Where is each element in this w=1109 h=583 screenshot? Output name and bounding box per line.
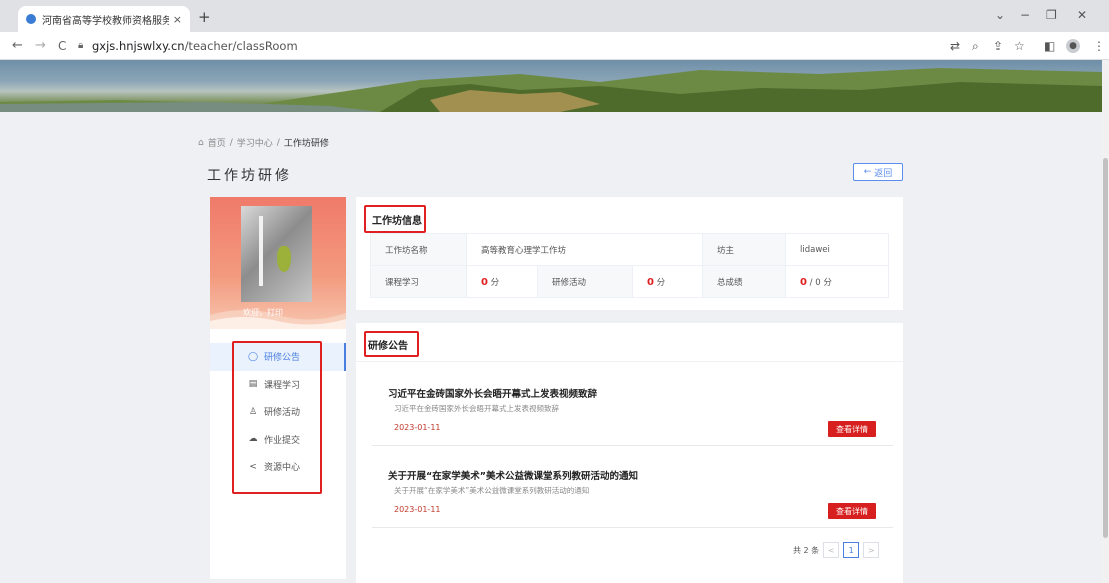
back-button[interactable]: ← 返回 xyxy=(853,163,903,181)
tab-close-icon[interactable]: × xyxy=(173,13,182,26)
bookmark-star-icon[interactable]: ☆ xyxy=(1014,39,1025,53)
close-window-button[interactable]: ✕ xyxy=(1077,8,1087,22)
breadcrumb-separator: / xyxy=(276,137,280,148)
pagination-next-button[interactable]: > xyxy=(863,542,880,558)
table-row: 工作坊名称 高等教育心理学工作坊 坊主 lidawei xyxy=(370,233,889,266)
header-banner xyxy=(0,60,1102,112)
announcement-title[interactable]: 习近平在金砖国家外长会晤开幕式上发表视频致辞 xyxy=(388,386,597,400)
tab-search-icon[interactable]: ⌄ xyxy=(995,8,1005,22)
activity-score: 0 分 xyxy=(632,265,703,298)
restore-button[interactable]: ❐ xyxy=(1046,8,1057,22)
pagination-page-1[interactable]: 1 xyxy=(843,542,860,558)
owner-value: lidawei xyxy=(785,233,889,266)
profile-header: 欢迎，打印 xyxy=(210,197,346,329)
course-study-label: 课程学习 xyxy=(370,265,467,298)
browser-tab[interactable]: 河南省高等学校教师资格服务云平台 × xyxy=(18,6,190,32)
view-details-button[interactable]: 查看详情 xyxy=(828,503,876,519)
highlight-box-sidebar-nav xyxy=(232,341,322,494)
pagination-prev-button[interactable]: < xyxy=(823,542,840,558)
tab-title: 河南省高等学校教师资格服务云平台 xyxy=(42,15,169,27)
landscape-banner-image xyxy=(0,68,1102,112)
announcement-summary: 习近平在金砖国家外长会晤开幕式上发表视频致辞 xyxy=(394,404,559,413)
highlight-box-workshop-info xyxy=(364,205,426,233)
highlight-box-announcements xyxy=(364,331,419,357)
translate-icon[interactable]: ⇄ xyxy=(950,39,960,53)
site-favicon-icon xyxy=(26,14,36,24)
total-score-value: 0 / 0 分 xyxy=(785,265,889,298)
url-field[interactable]: gxjs.hnjswlxy.cn/teacher/classRoom xyxy=(92,39,298,53)
lock-icon[interactable]: 🔒︎ xyxy=(78,40,83,51)
announcement-date: 2023-01-11 xyxy=(394,505,441,514)
table-row: 课程学习 0 分 研修活动 0 分 总成绩 0 / 0 分 xyxy=(370,265,889,298)
announcement-summary: 关于开展“在家学美术”美术公益微课堂系列教研活动的通知 xyxy=(394,486,590,495)
minimize-button[interactable]: − xyxy=(1020,8,1030,22)
address-bar: ← → C 🔒︎ gxjs.hnjswlxy.cn/teacher/classR… xyxy=(0,32,1109,60)
announcement-item: 关于开展“在家学美术”美术公益微课堂系列教研活动的通知 关于开展“在家学美术”美… xyxy=(372,468,893,528)
workshop-info-table: 工作坊名称 高等教育心理学工作坊 坊主 lidawei 课程学习 0 分 研修活… xyxy=(370,233,889,298)
breadcrumb: ⌂ 首页 / 学习中心 / 工作坊研修 xyxy=(198,136,329,150)
activity-label: 研修活动 xyxy=(537,265,633,298)
workshop-info-card: 工作坊信息 工作坊名称 高等教育心理学工作坊 坊主 lidawei 课程学习 0… xyxy=(356,197,903,310)
breadcrumb-current: 工作坊研修 xyxy=(283,139,329,149)
back-arrow-icon[interactable]: ← xyxy=(12,38,23,53)
avatar[interactable] xyxy=(241,206,312,302)
menu-icon[interactable]: ⋮ xyxy=(1093,39,1105,53)
divider xyxy=(356,361,903,362)
announcement-item: 习近平在金砖国家外长会晤开幕式上发表视频致辞 习近平在金砖国家外长会晤开幕式上发… xyxy=(372,386,893,446)
announcements-card: 研修公告 习近平在金砖国家外长会晤开幕式上发表视频致辞 习近平在金砖国家外长会晤… xyxy=(356,323,903,583)
back-button-label: 返回 xyxy=(874,168,893,179)
new-tab-button[interactable]: + xyxy=(198,8,211,26)
breadcrumb-home[interactable]: 首页 xyxy=(208,136,226,149)
course-study-score: 0 分 xyxy=(466,265,538,298)
zoom-icon[interactable]: ⌕ xyxy=(972,39,979,54)
arrow-left-icon: ← xyxy=(863,167,872,177)
owner-label: 坊主 xyxy=(702,233,786,266)
total-score-label: 总成绩 xyxy=(702,265,786,298)
sidepanel-icon[interactable]: ◧ xyxy=(1044,39,1055,53)
pagination-total: 共 2 条 xyxy=(793,545,820,555)
home-icon[interactable]: ⌂ xyxy=(198,138,204,148)
browser-tab-strip: 河南省高等学校教师资格服务云平台 × + ⌄ − ❐ ✕ xyxy=(0,0,1109,32)
forward-arrow-icon[interactable]: → xyxy=(35,38,46,53)
workshop-name-value: 高等教育心理学工作坊 xyxy=(466,233,703,266)
breadcrumb-separator: / xyxy=(229,137,233,148)
profile-icon[interactable]: ● xyxy=(1066,39,1080,53)
breadcrumb-learning-center[interactable]: 学习中心 xyxy=(237,136,273,149)
announcement-title[interactable]: 关于开展“在家学美术”美术公益微课堂系列教研活动的通知 xyxy=(388,468,638,482)
workshop-name-label: 工作坊名称 xyxy=(370,233,467,266)
announcement-date: 2023-01-11 xyxy=(394,423,441,432)
welcome-text: 欢迎，打印 xyxy=(243,308,283,317)
reload-icon[interactable]: C xyxy=(58,39,66,53)
page-title: 工作坊研修 xyxy=(207,168,292,184)
view-details-button[interactable]: 查看详情 xyxy=(828,421,876,437)
page-scrollbar-thumb[interactable] xyxy=(1103,158,1108,538)
pagination: 共 2 条 < 1 > xyxy=(793,542,880,558)
share-icon[interactable]: ⇪ xyxy=(993,39,1003,53)
